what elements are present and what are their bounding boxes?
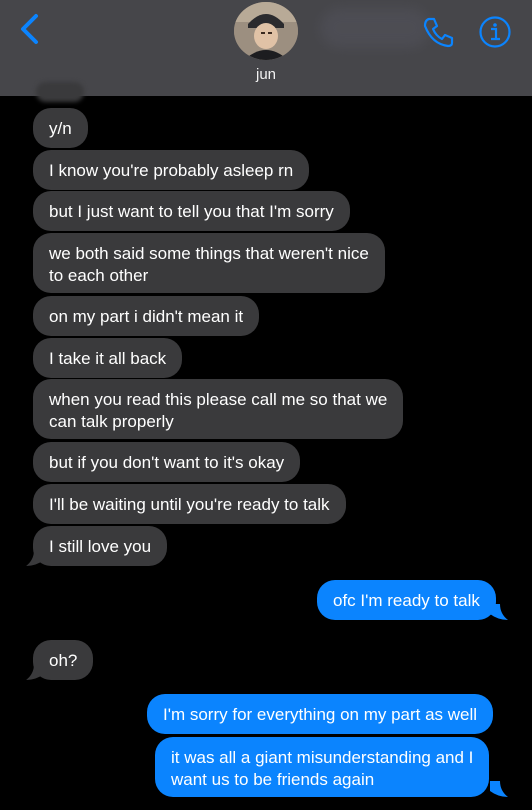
- incoming-message: on my part i didn't mean it: [33, 296, 260, 336]
- incoming-message: I take it all back: [33, 338, 183, 378]
- partial-message-bubble: [36, 82, 84, 102]
- outgoing-message: I'm sorry for everything on my part as w…: [147, 694, 494, 734]
- incoming-bubble-tail: [26, 664, 44, 680]
- outgoing-bubble-tail: [490, 781, 508, 797]
- incoming-message: but I just want to tell you that I'm sor…: [33, 191, 350, 231]
- incoming-message: I still love you: [33, 526, 168, 566]
- conversation-header: jun: [0, 0, 532, 96]
- info-button[interactable]: [478, 15, 512, 49]
- incoming-message: when you read this please call me so tha…: [33, 379, 404, 439]
- outgoing-message: ofc I'm ready to talk: [317, 580, 496, 620]
- incoming-message: but if you don't want to it's okay: [33, 442, 301, 482]
- info-icon: [479, 16, 511, 48]
- outgoing-message: it was all a giant misunderstanding and …: [155, 737, 490, 797]
- incoming-bubble-tail: [26, 550, 44, 566]
- incoming-message: I know you're probably asleep rn: [33, 150, 310, 190]
- contact-name[interactable]: jun: [0, 66, 532, 83]
- incoming-message: y/n: [33, 108, 88, 148]
- avatar[interactable]: [234, 2, 298, 60]
- back-button[interactable]: [14, 12, 48, 46]
- incoming-message: we both said some things that weren't ni…: [33, 233, 385, 293]
- call-button[interactable]: [420, 14, 456, 50]
- outgoing-bubble-tail: [490, 604, 508, 620]
- incoming-message: I'll be waiting until you're ready to ta…: [33, 484, 346, 524]
- chevron-left-icon: [21, 14, 38, 44]
- phone-icon: [423, 17, 454, 48]
- blurred-region: [320, 8, 430, 48]
